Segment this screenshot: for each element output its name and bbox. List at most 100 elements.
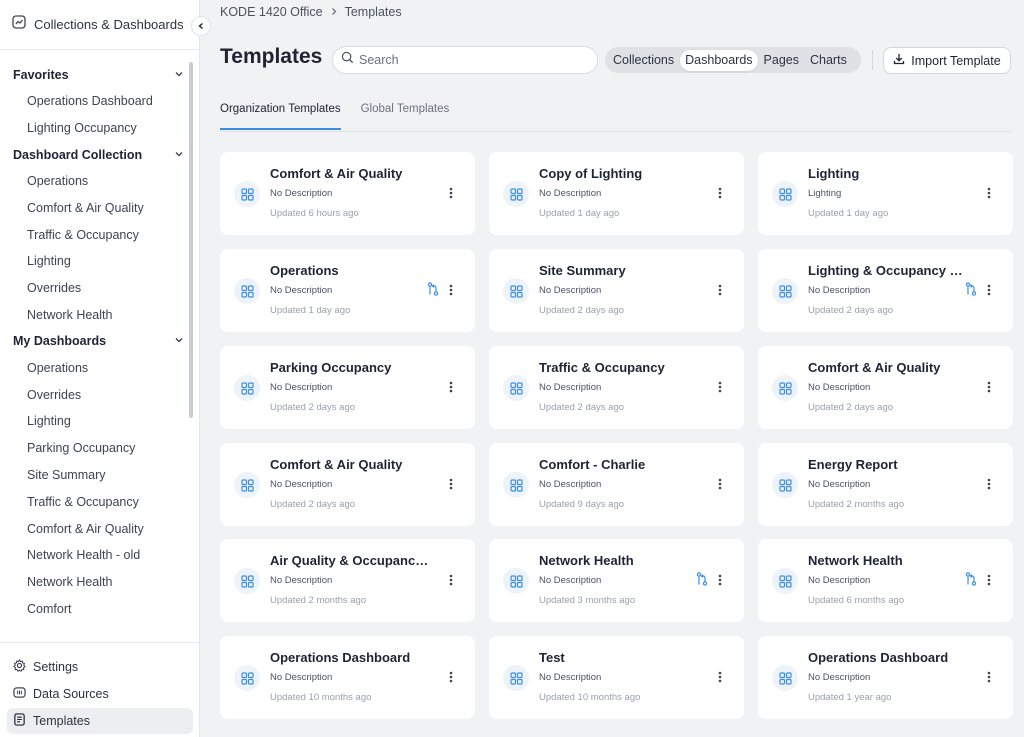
template-card[interactable]: Comfort & Air Quality No Description Updat…: [220, 443, 475, 526]
sidebar-item[interactable]: Overrides: [0, 381, 200, 408]
more-options-icon[interactable]: [715, 573, 725, 587]
template-card[interactable]: Parking Occupancy No Description Updated 2…: [220, 346, 475, 429]
template-card[interactable]: Operations Dashboard No Description Update…: [220, 636, 475, 719]
sidebar-item[interactable]: Overrides: [0, 275, 200, 302]
more-options-icon[interactable]: [715, 283, 725, 297]
template-card[interactable]: Operations Dashboard No Description Update…: [758, 636, 1013, 719]
template-card[interactable]: Network Health No Description Updated 6 mo…: [758, 539, 1013, 622]
sidebar-item[interactable]: Comfort & Air Quality: [0, 515, 200, 542]
template-card[interactable]: Lighting Lighting Updated 1 day ago: [758, 152, 1013, 235]
more-options-icon[interactable]: [984, 573, 994, 587]
dashboard-template-icon: [503, 665, 529, 691]
sidebar-item-settings[interactable]: Settings: [0, 654, 200, 681]
filter-collections[interactable]: Collections: [608, 50, 679, 71]
sidebar-item[interactable]: Operations: [0, 168, 200, 195]
card-updated: Updated 10 months ago: [539, 692, 641, 703]
card-title: Traffic & Occupancy: [539, 360, 665, 375]
template-card[interactable]: Energy Report No Description Updated 2 mon…: [758, 443, 1013, 526]
merge-icon[interactable]: [695, 571, 709, 587]
template-card[interactable]: Site Summary No Description Updated 2 days…: [489, 249, 744, 332]
card-description: No Description: [270, 479, 333, 490]
template-card[interactable]: Test No Description Updated 10 months ago: [489, 636, 744, 719]
merge-icon[interactable]: [964, 281, 978, 297]
more-options-icon[interactable]: [715, 186, 725, 200]
template-card[interactable]: Air Quality & Occupancy Dashboard No Desc…: [220, 539, 475, 622]
sidebar-item[interactable]: Operations: [0, 354, 200, 381]
template-card[interactable]: Operations No Description Updated 1 day ag…: [220, 249, 475, 332]
card-description: No Description: [808, 479, 871, 490]
more-options-icon[interactable]: [446, 186, 456, 200]
section-header-dashboard-collection[interactable]: Dashboard Collection: [0, 142, 200, 168]
search-input[interactable]: [359, 53, 589, 67]
more-options-icon[interactable]: [446, 573, 456, 587]
sidebar-item-templates[interactable]: Templates: [7, 707, 193, 735]
sidebar-item[interactable]: Network Health: [0, 302, 200, 329]
card-updated: Updated 2 days ago: [270, 402, 356, 413]
sidebar-item[interactable]: Lighting Occupancy: [0, 115, 200, 142]
app-title: Collections & Dashboards: [34, 17, 184, 32]
more-options-icon[interactable]: [984, 283, 994, 297]
more-options-icon[interactable]: [715, 380, 725, 394]
more-options-icon[interactable]: [715, 477, 725, 491]
section-header-favorites[interactable]: Favorites: [0, 62, 200, 88]
sidebar-item[interactable]: Network Health - old: [0, 542, 200, 569]
template-card[interactable]: Comfort & Air Quality No Description Updat…: [220, 152, 475, 235]
sidebar-item[interactable]: Lighting: [0, 408, 200, 435]
sidebar-item[interactable]: Comfort: [0, 596, 200, 623]
template-card[interactable]: Network Health No Description Updated 3 mo…: [489, 539, 744, 622]
dashboard-template-icon: [772, 568, 798, 594]
merge-icon[interactable]: [426, 281, 440, 297]
sidebar-item[interactable]: Lighting: [0, 248, 200, 275]
section-header-my-dashboards[interactable]: My Dashboards: [0, 328, 200, 354]
dashboard-template-icon: [772, 181, 798, 207]
card-title: Network Health: [808, 553, 903, 568]
more-options-icon[interactable]: [984, 477, 994, 491]
sidebar-item-data-sources[interactable]: Data Sources: [0, 681, 200, 708]
more-options-icon[interactable]: [446, 670, 456, 684]
filter-dashboards[interactable]: Dashboards: [680, 49, 758, 71]
sidebar-item[interactable]: Traffic & Occupancy: [0, 221, 200, 248]
dashboard-template-icon: [503, 181, 529, 207]
sidebar-header[interactable]: Collections & Dashboards: [0, 0, 200, 50]
filter-charts[interactable]: Charts: [805, 50, 852, 71]
more-options-icon[interactable]: [984, 670, 994, 684]
more-options-icon[interactable]: [446, 477, 456, 491]
search-box[interactable]: [332, 46, 598, 74]
template-card[interactable]: Lighting & Occupancy Dashboard No Descrip…: [758, 249, 1013, 332]
dashboard-template-icon: [503, 472, 529, 498]
breadcrumb-item[interactable]: KODE 1420 Office: [220, 5, 323, 19]
template-card[interactable]: Comfort - Charlie No Description Updated 9…: [489, 443, 744, 526]
template-card[interactable]: Copy of Lighting No Description Updated 1 …: [489, 152, 744, 235]
more-options-icon[interactable]: [984, 380, 994, 394]
dashboard-template-icon: [772, 278, 798, 304]
card-title: Comfort & Air Quality: [808, 360, 941, 375]
more-options-icon[interactable]: [446, 380, 456, 394]
template-card[interactable]: Comfort & Air Quality No Description Updat…: [758, 346, 1013, 429]
page-title: Templates: [220, 45, 323, 68]
card-updated: Updated 1 year ago: [808, 692, 892, 703]
tab-organization-templates[interactable]: Organization Templates: [220, 103, 341, 130]
sidebar-item[interactable]: Network Health: [0, 569, 200, 596]
sidebar-item[interactable]: Parking Occupancy: [0, 435, 200, 462]
more-options-icon[interactable]: [715, 670, 725, 684]
card-updated: Updated 6 months ago: [808, 595, 905, 606]
tab-global-templates[interactable]: Global Templates: [361, 103, 450, 130]
section-title: My Dashboards: [13, 334, 107, 349]
filter-pages[interactable]: Pages: [759, 50, 804, 71]
sidebar: Collections & Dashboards Favorites Opera…: [0, 0, 200, 737]
sidebar-item[interactable]: Operations Dashboard: [0, 88, 200, 115]
merge-icon[interactable]: [964, 571, 978, 587]
dashboard-template-icon: [234, 278, 260, 304]
divider: [872, 50, 873, 70]
sidebar-item[interactable]: Site Summary: [0, 462, 200, 489]
import-template-button[interactable]: Import Template: [883, 47, 1011, 74]
sidebar-item[interactable]: Traffic & Occupancy: [0, 488, 200, 515]
sidebar-item[interactable]: Comfort & Air Quality: [0, 194, 200, 221]
card-title: Lighting: [808, 166, 860, 181]
section-title: Dashboard Collection: [13, 147, 143, 162]
template-card[interactable]: Traffic & Occupancy No Description Updated…: [489, 346, 744, 429]
collapse-sidebar-button[interactable]: [191, 16, 211, 36]
sidebar-scrollbar[interactable]: [189, 62, 193, 418]
more-options-icon[interactable]: [984, 186, 994, 200]
more-options-icon[interactable]: [446, 283, 456, 297]
